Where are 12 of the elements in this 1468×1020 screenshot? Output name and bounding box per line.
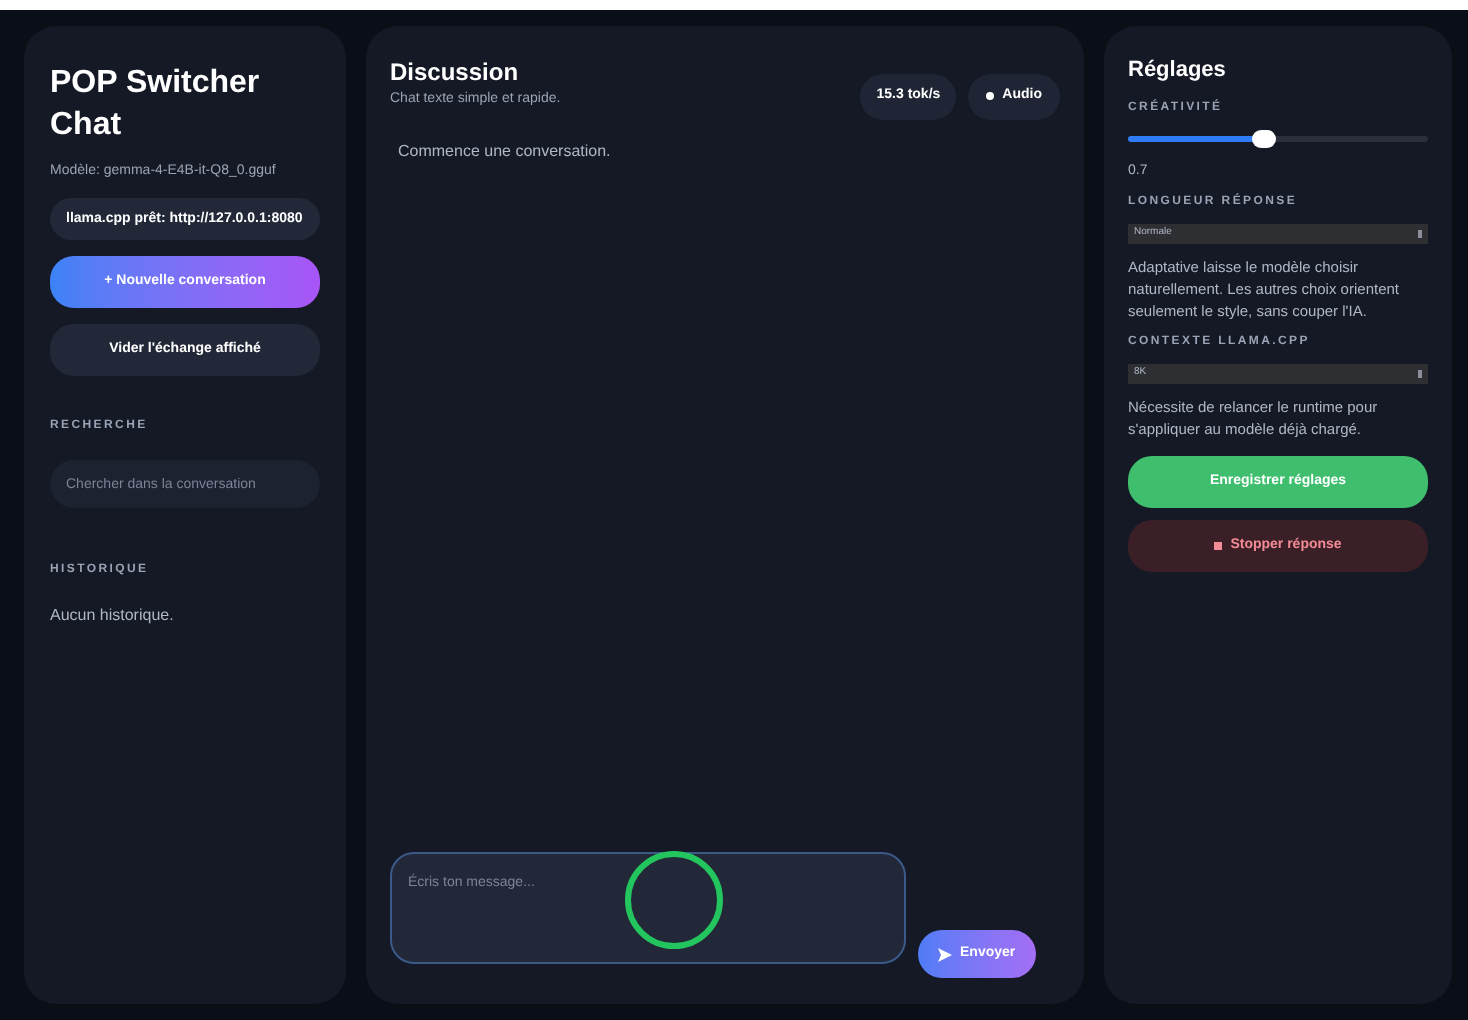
settings-title: Réglages [1128,56,1228,86]
click-indicator-icon [622,848,726,952]
send-icon [938,947,952,961]
caret-icon [1418,230,1422,238]
creativity-slider[interactable] [1128,129,1428,149]
empty-chat-text: Commence une conversation. [398,139,613,163]
app-title: POP Switcher Chat [50,64,262,146]
chat-title: Discussion [390,56,521,90]
caret-icon [1418,370,1422,378]
stop-icon [1214,542,1223,550]
history-empty-text: Aucun historique. [50,604,176,628]
dot-icon [986,92,995,101]
